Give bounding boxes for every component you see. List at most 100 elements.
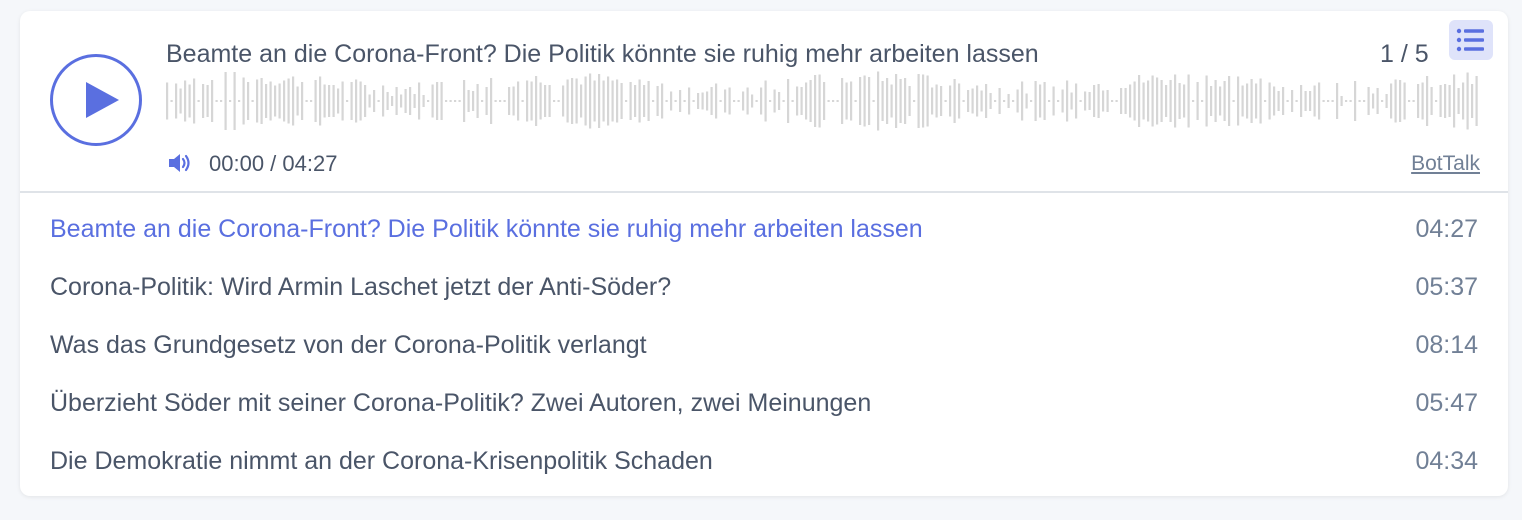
waveform-bar [778, 92, 781, 110]
waveform-bar [589, 73, 592, 129]
play-icon [86, 82, 119, 118]
waveform-bar [958, 83, 961, 119]
waveform-bar [1129, 84, 1132, 118]
track-duration: 04:34 [1415, 447, 1478, 475]
waveform-bar [391, 96, 394, 106]
waveform-bar [805, 82, 808, 120]
playlist-item[interactable]: Die Demokratie nimmt an der Corona-Krise… [20, 433, 1508, 491]
waveform-bar [364, 85, 367, 117]
track-title: Beamte an die Corona-Front? Die Politik … [50, 215, 923, 243]
waveform-bar [224, 72, 227, 130]
waveform-bar [571, 78, 574, 124]
track-duration: 08:14 [1415, 331, 1478, 359]
waveform-bar [1259, 78, 1262, 124]
waveform-bar [251, 100, 254, 102]
waveform-bar [1322, 100, 1325, 102]
time-display: 00:00 / 04:27 [209, 151, 338, 176]
waveform-bar [292, 76, 295, 126]
waveform-bar [764, 80, 767, 122]
bottalk-link[interactable]: BotTalk [1411, 152, 1480, 176]
playlist-item[interactable]: Beamte an die Corona-Front? Die Politik … [20, 201, 1508, 259]
waveform-bar [710, 87, 713, 115]
waveform-bar [1205, 75, 1208, 127]
waveform-bar [346, 100, 349, 102]
waveform-bar [1327, 100, 1330, 102]
playlist-toggle-button[interactable] [1449, 20, 1493, 60]
play-button[interactable] [50, 54, 142, 146]
waveform-bar [580, 84, 583, 118]
waveform-bar [1277, 91, 1280, 111]
waveform-bar [562, 85, 565, 117]
volume-button[interactable] [167, 151, 193, 175]
waveform-bar [1084, 91, 1087, 111]
waveform-bar [953, 79, 956, 123]
waveform-bar [634, 85, 637, 117]
waveform-bar [616, 79, 619, 123]
waveform-bar [1214, 80, 1217, 122]
waveform-bar [872, 100, 875, 102]
waveform-bar [409, 87, 412, 115]
waveform-bar [656, 86, 659, 116]
audio-player-card: Beamte an die Corona-Front? Die Politik … [20, 11, 1508, 496]
waveform-bar [719, 100, 722, 102]
waveform-bar [746, 87, 749, 115]
waveform-bar [989, 93, 992, 109]
waveform-bar [517, 81, 520, 121]
waveform-bar [368, 94, 371, 108]
waveform-bar [625, 100, 628, 102]
waveform-bar [877, 71, 880, 131]
waveform-bar [1228, 76, 1231, 126]
waveform-bar [1345, 100, 1348, 102]
waveform-bar [1475, 76, 1478, 126]
waveform-bar [1358, 100, 1361, 102]
waveform-bar [593, 80, 596, 122]
waveform-bar [1079, 100, 1082, 102]
waveform-bar [1340, 96, 1343, 106]
waveform-bar [1421, 82, 1424, 120]
waveform-bar [688, 87, 691, 115]
waveform-bar [701, 92, 704, 110]
waveform-bar [548, 85, 551, 117]
waveform-bar [1430, 87, 1433, 115]
waveform-bar [1390, 83, 1393, 119]
waveform-bar [1417, 84, 1420, 118]
waveform-bar [215, 100, 218, 102]
playlist-item[interactable]: Was das Grundgesetz von der Corona-Polit… [20, 317, 1508, 375]
waveform-bar [611, 80, 614, 122]
waveform-bar [328, 85, 331, 117]
playlist-item[interactable]: Corona-Politik: Wird Armin Laschet jetzt… [20, 259, 1508, 317]
waveform-bar [337, 88, 340, 114]
waveform-bar [1093, 85, 1096, 117]
waveform-bar [1381, 100, 1384, 102]
waveform-bar [931, 87, 934, 115]
waveform-bar [1412, 100, 1415, 102]
playlist-item[interactable]: Überzieht Söder mit seiner Corona-Politi… [20, 375, 1508, 433]
waveform-bar [962, 100, 965, 102]
waveform-seekbar[interactable] [166, 69, 1480, 133]
waveform-bar [1399, 80, 1402, 122]
waveform-bar [1133, 81, 1136, 121]
list-icon [1456, 28, 1484, 52]
waveform-bar [1403, 82, 1406, 120]
waveform-bar [530, 81, 533, 121]
waveform-bar [1196, 82, 1199, 120]
waveform-bar [467, 90, 470, 112]
waveform-bar [1034, 81, 1037, 121]
waveform-bar [584, 76, 587, 126]
waveform-bar [233, 72, 236, 130]
waveform-bar [1268, 82, 1271, 120]
waveform-bar [1088, 92, 1091, 110]
waveform-bar [476, 84, 479, 118]
waveform-bar [1115, 100, 1118, 102]
waveform-bar [773, 89, 776, 113]
waveform-bar [598, 74, 601, 128]
waveform-bar [1066, 80, 1069, 122]
waveform-bar [1336, 83, 1339, 119]
waveform-bar [1241, 85, 1244, 117]
waveform-bar [1367, 87, 1370, 115]
waveform-bar [1304, 91, 1307, 111]
waveform-bar [1048, 100, 1051, 102]
waveform-bar [1255, 83, 1258, 119]
waveform-bar [247, 82, 250, 120]
player-header: Beamte an die Corona-Front? Die Politik … [20, 11, 1508, 193]
